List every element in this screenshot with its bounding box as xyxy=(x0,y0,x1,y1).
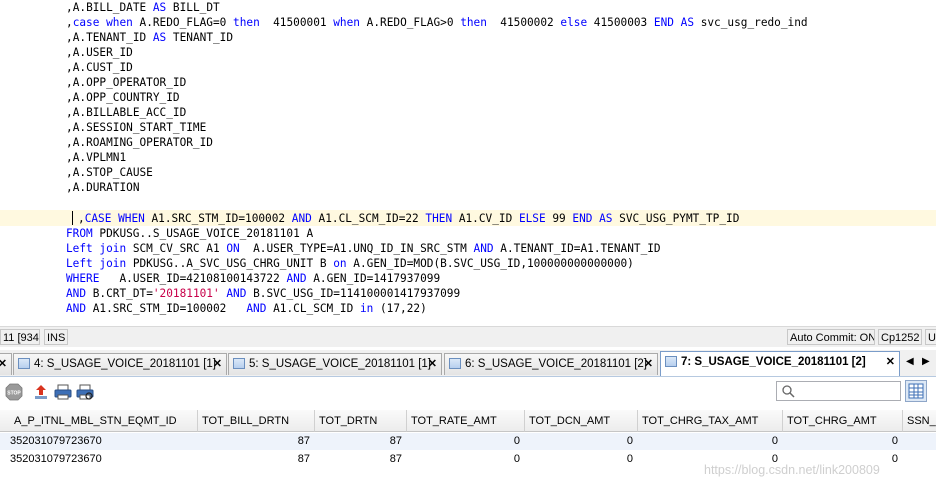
table-cell[interactable]: 352031079723670 xyxy=(5,451,195,468)
column-header[interactable]: SSN_I xyxy=(903,410,936,432)
code-line[interactable]: ,case when A.REDO_FLAG=0 then 41500001 w… xyxy=(66,15,808,30)
code-line[interactable]: ,A.VPLMN1 xyxy=(66,150,126,165)
table-cell[interactable]: 352031079723670 xyxy=(5,433,195,450)
column-header[interactable]: TOT_DCN_AMT xyxy=(525,410,638,432)
column-header[interactable]: TOT_BILL_DRTN xyxy=(198,410,315,432)
close-icon[interactable]: ✕ xyxy=(644,354,653,375)
table-icon xyxy=(233,358,245,369)
tab-result-7[interactable]: 7: S_USAGE_VOICE_20181101 [2] ✕ xyxy=(660,351,900,376)
result-grid[interactable]: A_P_ITNL_MBL_STN_EQMT_ID TOT_BILL_DRTN T… xyxy=(0,410,936,492)
code-line[interactable]: ,A.TENANT_ID AS TENANT_ID xyxy=(66,30,233,45)
column-header[interactable]: TOT_CHRG_AMT xyxy=(783,410,903,432)
code-line[interactable]: ,A.USER_ID xyxy=(66,45,133,60)
code-line[interactable]: ,A.BILLABLE_ACC_ID xyxy=(66,105,186,120)
code-line[interactable]: ,A.DURATION xyxy=(66,180,140,195)
text-cursor xyxy=(72,211,73,225)
tab-result-4[interactable]: 4: S_USAGE_VOICE_20181101 [1] ✕ xyxy=(13,353,227,375)
code-line[interactable]: ,A.OPP_COUNTRY_ID xyxy=(66,90,180,105)
sql-editor[interactable]: ,A.BILL_DATE AS BILL_DT ,case when A.REDO… xyxy=(0,0,936,326)
column-header[interactable]: TOT_RATE_AMT xyxy=(407,410,525,432)
watermark: https://blog.csdn.net/link200809 xyxy=(704,463,880,477)
export-icon[interactable] xyxy=(32,383,50,401)
extra-status: Ur xyxy=(925,329,936,345)
table-cell[interactable]: 87 xyxy=(315,451,407,468)
tab-label: 7: S_USAGE_VOICE_20181101 [2] xyxy=(681,356,866,368)
grid-icon xyxy=(908,383,924,399)
code-line[interactable]: ,A.OPP_OPERATOR_ID xyxy=(66,75,186,90)
tab-partial[interactable]: ✕ xyxy=(0,353,12,375)
table-cell[interactable]: 87 xyxy=(198,451,315,468)
close-icon[interactable]: ✕ xyxy=(428,354,437,375)
table-cell[interactable]: 0 xyxy=(638,433,783,450)
result-tab-bar: ✕ 4: S_USAGE_VOICE_20181101 [1] ✕ 5: S_U… xyxy=(0,350,936,377)
table-cell[interactable]: 0 xyxy=(525,433,638,450)
tab-result-6[interactable]: 6: S_USAGE_VOICE_20181101 [2] ✕ xyxy=(444,353,658,375)
table-cell[interactable]: 0 xyxy=(407,451,525,468)
tab-scroll-left-icon[interactable]: ◀ xyxy=(906,356,914,367)
stop-icon[interactable]: STOP xyxy=(5,383,23,401)
status-bar: 11 [934] INS Auto Commit: ON Cp1252 Ur xyxy=(0,326,936,347)
search-input[interactable] xyxy=(776,381,901,401)
table-icon xyxy=(665,356,677,367)
table-icon xyxy=(18,358,30,369)
code-line[interactable]: ,A.ROAMING_OPERATOR_ID xyxy=(66,135,213,150)
code-line[interactable]: Left join SCM_CV_SRC A1 ON A.USER_TYPE=A… xyxy=(66,241,661,256)
column-header[interactable]: A_P_ITNL_MBL_STN_EQMT_ID xyxy=(0,410,198,432)
print-icon[interactable] xyxy=(54,383,72,401)
print-preview-icon[interactable] xyxy=(76,383,94,401)
code-line[interactable]: AND B.CRT_DT='20181101' AND B.SVC_USG_ID… xyxy=(66,286,460,301)
table-cell[interactable]: 0 xyxy=(525,451,638,468)
close-icon[interactable]: ✕ xyxy=(886,352,895,373)
table-cell[interactable]: 87 xyxy=(315,433,407,450)
close-icon[interactable]: ✕ xyxy=(213,354,222,375)
search-icon xyxy=(782,385,795,398)
tab-label: 5: S_USAGE_VOICE_20181101 [1] xyxy=(249,358,431,370)
code-line[interactable]: ,A.CUST_ID xyxy=(66,60,133,75)
code-line[interactable]: ,CASE WHEN A1.SRC_STM_ID=100002 AND A1.C… xyxy=(78,211,739,226)
table-cell[interactable]: 87 xyxy=(198,433,315,450)
encoding-status[interactable]: Cp1252 xyxy=(878,329,922,345)
insert-mode[interactable]: INS xyxy=(44,329,68,345)
svg-text:STOP: STOP xyxy=(7,391,21,397)
tab-label: 4: S_USAGE_VOICE_20181101 [1] xyxy=(34,358,216,370)
code-line[interactable]: AND A1.SRC_STM_ID=100002 AND A1.CL_SCM_I… xyxy=(66,301,427,316)
code-line[interactable]: FROM PDKUSG..S_USAGE_VOICE_20181101 A xyxy=(66,226,313,241)
code-line[interactable]: ,A.SESSION_START_TIME xyxy=(66,120,206,135)
close-icon[interactable]: ✕ xyxy=(0,354,7,375)
code-line[interactable]: Left join PDKUSG..A_SVC_USG_CHRG_UNIT B … xyxy=(66,256,634,271)
tab-label: 6: S_USAGE_VOICE_20181101 [2] xyxy=(465,358,647,370)
table-icon xyxy=(449,358,461,369)
table-cell[interactable]: 0 xyxy=(407,433,525,450)
auto-commit-status[interactable]: Auto Commit: ON xyxy=(787,329,875,345)
code-line[interactable]: ,A.STOP_CAUSE xyxy=(66,165,153,180)
tab-result-5[interactable]: 5: S_USAGE_VOICE_20181101 [1] ✕ xyxy=(228,353,442,375)
tab-scroll-right-icon[interactable]: ▶ xyxy=(922,356,930,367)
table-cell[interactable]: 0 xyxy=(783,433,903,450)
code-line[interactable]: WHERE A.USER_ID=42108100143722 AND A.GEN… xyxy=(66,271,440,286)
cursor-position: 11 [934] xyxy=(0,329,40,345)
column-header[interactable]: TOT_CHRG_TAX_AMT xyxy=(638,410,783,432)
code-line[interactable]: ,A.BILL_DATE AS BILL_DT xyxy=(66,0,220,15)
column-header[interactable]: TOT_DRTN xyxy=(315,410,407,432)
grid-view-button[interactable] xyxy=(905,380,927,402)
